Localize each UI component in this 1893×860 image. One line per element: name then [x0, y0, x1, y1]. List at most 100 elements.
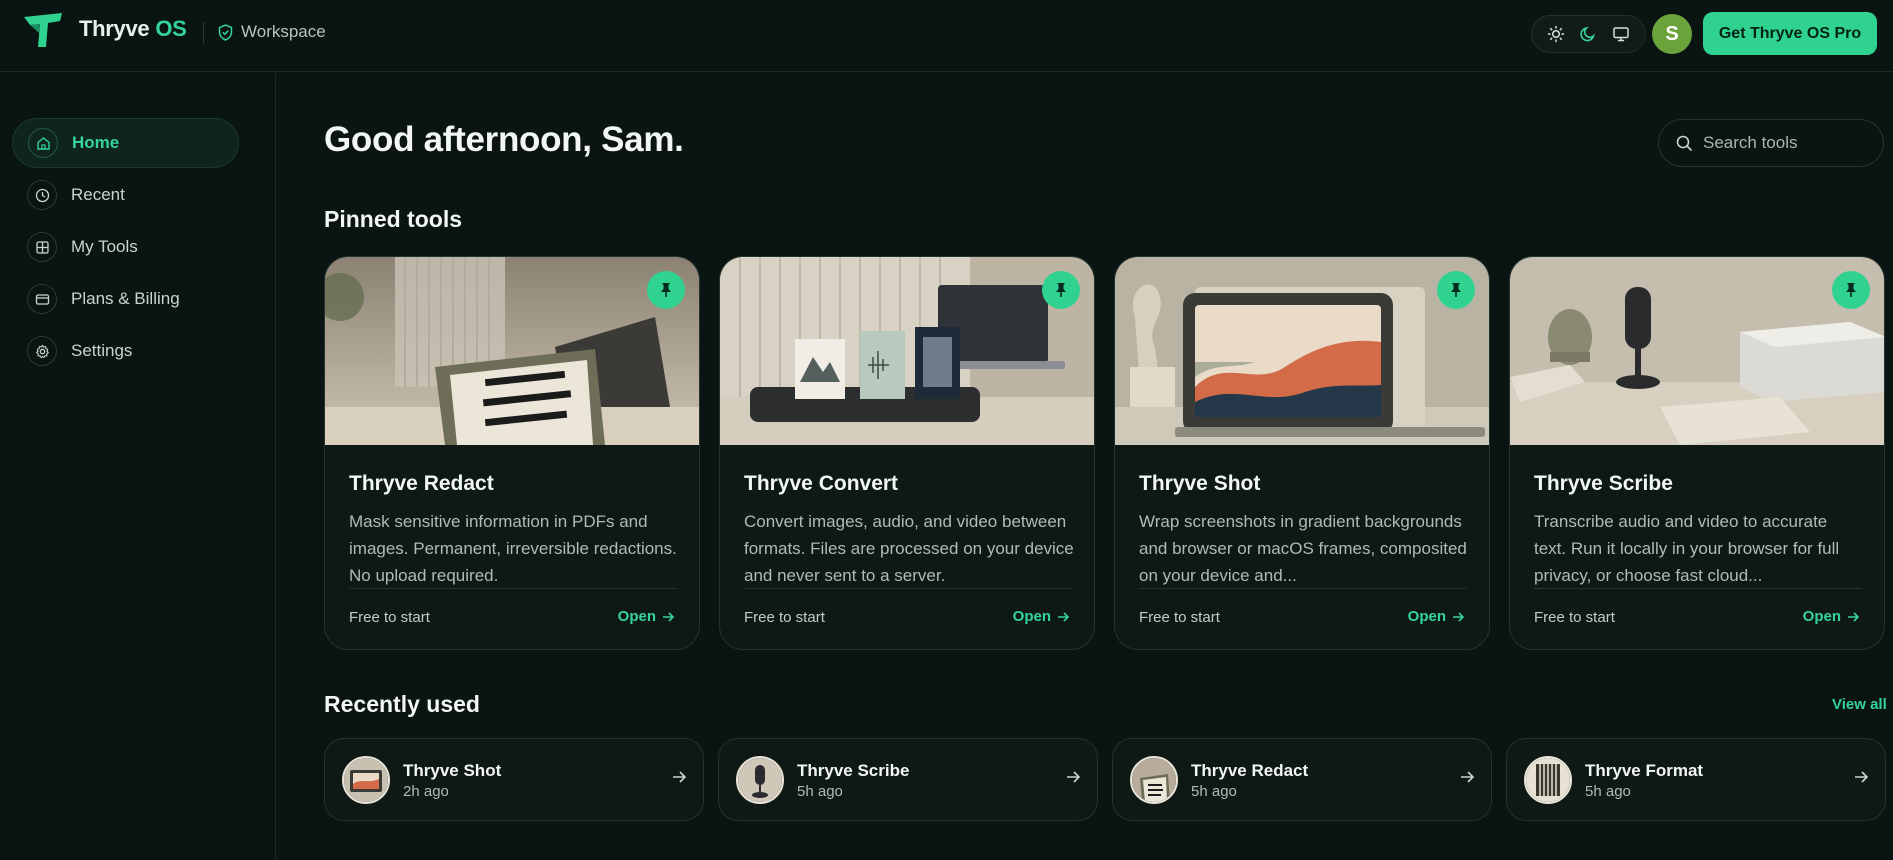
card-divider [349, 588, 677, 589]
recent-thumbnail [1524, 756, 1572, 804]
view-all-link[interactable]: View all [1832, 696, 1887, 713]
scribe-illustration [1510, 257, 1884, 445]
open-label: Open [1012, 608, 1051, 625]
card-price: Free to start [349, 609, 430, 626]
sidebar-item-label: Home [72, 133, 120, 152]
sun-icon [1547, 25, 1565, 43]
sidebar-item-label: My Tools [71, 237, 138, 256]
arrow-right-icon [1848, 611, 1860, 622]
theme-toggle-group [1531, 15, 1646, 53]
pinned-card-redact[interactable]: Thryve Redact Mask sensitive information… [324, 256, 700, 650]
arrow-right-icon [1855, 771, 1869, 783]
recent-item-redact[interactable]: Thryve Redact 5h ago [1112, 738, 1492, 821]
search-input[interactable] [1703, 133, 1863, 153]
pin-icon[interactable] [647, 271, 685, 309]
recent-thumbnail [1130, 756, 1178, 804]
brand-divider [203, 22, 204, 44]
open-button[interactable]: Open [618, 608, 675, 625]
sidebar-item-my-tools[interactable]: My Tools [12, 222, 239, 272]
pinned-card-scribe[interactable]: Thryve Scribe Transcribe audio and video… [1509, 256, 1885, 650]
sidebar-item-recent[interactable]: Recent [12, 170, 239, 220]
sidebar-item-label: Recent [71, 185, 125, 204]
recent-thumbnail [736, 756, 784, 804]
top-bar: Thryve OS Workspace S Get Thryve OS Pro [0, 0, 1893, 72]
card-divider [1139, 588, 1467, 589]
page-title: Good afternoon, Sam. [324, 120, 684, 159]
credit-card-icon [27, 284, 57, 314]
open-label: Open [1407, 608, 1446, 625]
moon-icon [1580, 26, 1596, 42]
workspace-label: Workspace [241, 22, 326, 41]
pinned-tools-heading: Pinned tools [324, 206, 462, 232]
card-description: Transcribe audio and video to accurate t… [1534, 512, 1840, 585]
recent-item-time: 5h ago [797, 783, 843, 800]
card-divider [1534, 588, 1862, 589]
open-button[interactable]: Open [1408, 608, 1465, 625]
recent-thumbnail [342, 756, 390, 804]
card-divider [744, 588, 1072, 589]
card-title: Thryve Scribe [1534, 472, 1673, 495]
card-title: Thryve Convert [744, 472, 899, 495]
card-description: Wrap screenshots in gradient backgrounds… [1139, 512, 1467, 585]
recent-item-title: Thryve Format [1585, 761, 1704, 780]
workspace-switcher[interactable]: Workspace [218, 22, 326, 42]
light-theme-button[interactable] [1542, 20, 1570, 48]
brand-suffix: OS [155, 16, 187, 41]
grid-icon [27, 232, 57, 262]
arrow-right-icon [1453, 611, 1465, 622]
pinned-card-shot[interactable]: Thryve Shot Wrap screenshots in gradient… [1114, 256, 1490, 650]
open-button[interactable]: Open [1803, 608, 1860, 625]
thryve-logo-icon[interactable] [24, 13, 62, 47]
arrow-right-icon [673, 771, 687, 783]
sidebar-item-home[interactable]: Home [12, 118, 239, 168]
system-theme-button[interactable] [1607, 20, 1635, 48]
gear-icon [27, 336, 57, 366]
sidebar-item-label: Settings [71, 341, 133, 360]
recently-used-heading: Recently used [324, 691, 480, 717]
sidebar-item-settings[interactable]: Settings [12, 326, 239, 376]
card-description: Mask sensitive information in PDFs and i… [349, 512, 677, 585]
recent-item-shot[interactable]: Thryve Shot 2h ago [324, 738, 704, 821]
recent-item-time: 5h ago [1585, 783, 1631, 800]
recent-item-title: Thryve Scribe [797, 761, 910, 780]
arrow-right-icon [1067, 771, 1081, 783]
recent-item-scribe[interactable]: Thryve Scribe 5h ago [718, 738, 1098, 821]
card-title: Thryve Shot [1139, 472, 1261, 495]
monitor-icon [1613, 27, 1629, 42]
get-pro-button[interactable]: Get Thryve OS Pro [1703, 12, 1877, 55]
pin-icon[interactable] [1042, 271, 1080, 309]
redact-illustration [325, 257, 699, 445]
recent-item-title: Thryve Redact [1191, 761, 1309, 780]
card-title: Thryve Redact [349, 472, 494, 495]
pin-icon[interactable] [1832, 271, 1870, 309]
brand-name[interactable]: Thryve OS [79, 16, 187, 42]
recent-item-time: 5h ago [1191, 783, 1237, 800]
recent-item-title: Thryve Shot [403, 761, 502, 780]
home-icon [28, 128, 58, 158]
sidebar-item-plans-billing[interactable]: Plans & Billing [12, 274, 239, 324]
search-box[interactable] [1658, 119, 1884, 167]
arrow-right-icon [1461, 771, 1475, 783]
card-price: Free to start [1139, 609, 1220, 626]
user-avatar[interactable]: S [1652, 14, 1692, 54]
recent-item-time: 2h ago [403, 783, 449, 800]
pinned-card-convert[interactable]: Thryve Convert Convert images, audio, an… [719, 256, 1095, 650]
convert-illustration [720, 257, 1094, 445]
arrow-right-icon [663, 611, 675, 622]
card-price: Free to start [1534, 609, 1615, 626]
open-label: Open [617, 608, 656, 625]
clock-icon [27, 180, 57, 210]
dark-theme-button[interactable] [1574, 20, 1602, 48]
pin-icon[interactable] [1437, 271, 1475, 309]
open-button[interactable]: Open [1013, 608, 1070, 625]
shield-check-icon [218, 23, 233, 41]
card-description: Convert images, audio, and video between… [744, 512, 1074, 585]
sidebar: Home Recent My Tools Plans & Billing Set… [0, 73, 276, 860]
card-price: Free to start [744, 609, 825, 626]
open-label: Open [1802, 608, 1841, 625]
search-icon [1676, 135, 1692, 151]
recent-item-format[interactable]: Thryve Format 5h ago [1506, 738, 1886, 821]
shot-illustration [1115, 257, 1489, 445]
arrow-right-icon [1058, 611, 1070, 622]
brand-text: Thryve [79, 16, 150, 41]
